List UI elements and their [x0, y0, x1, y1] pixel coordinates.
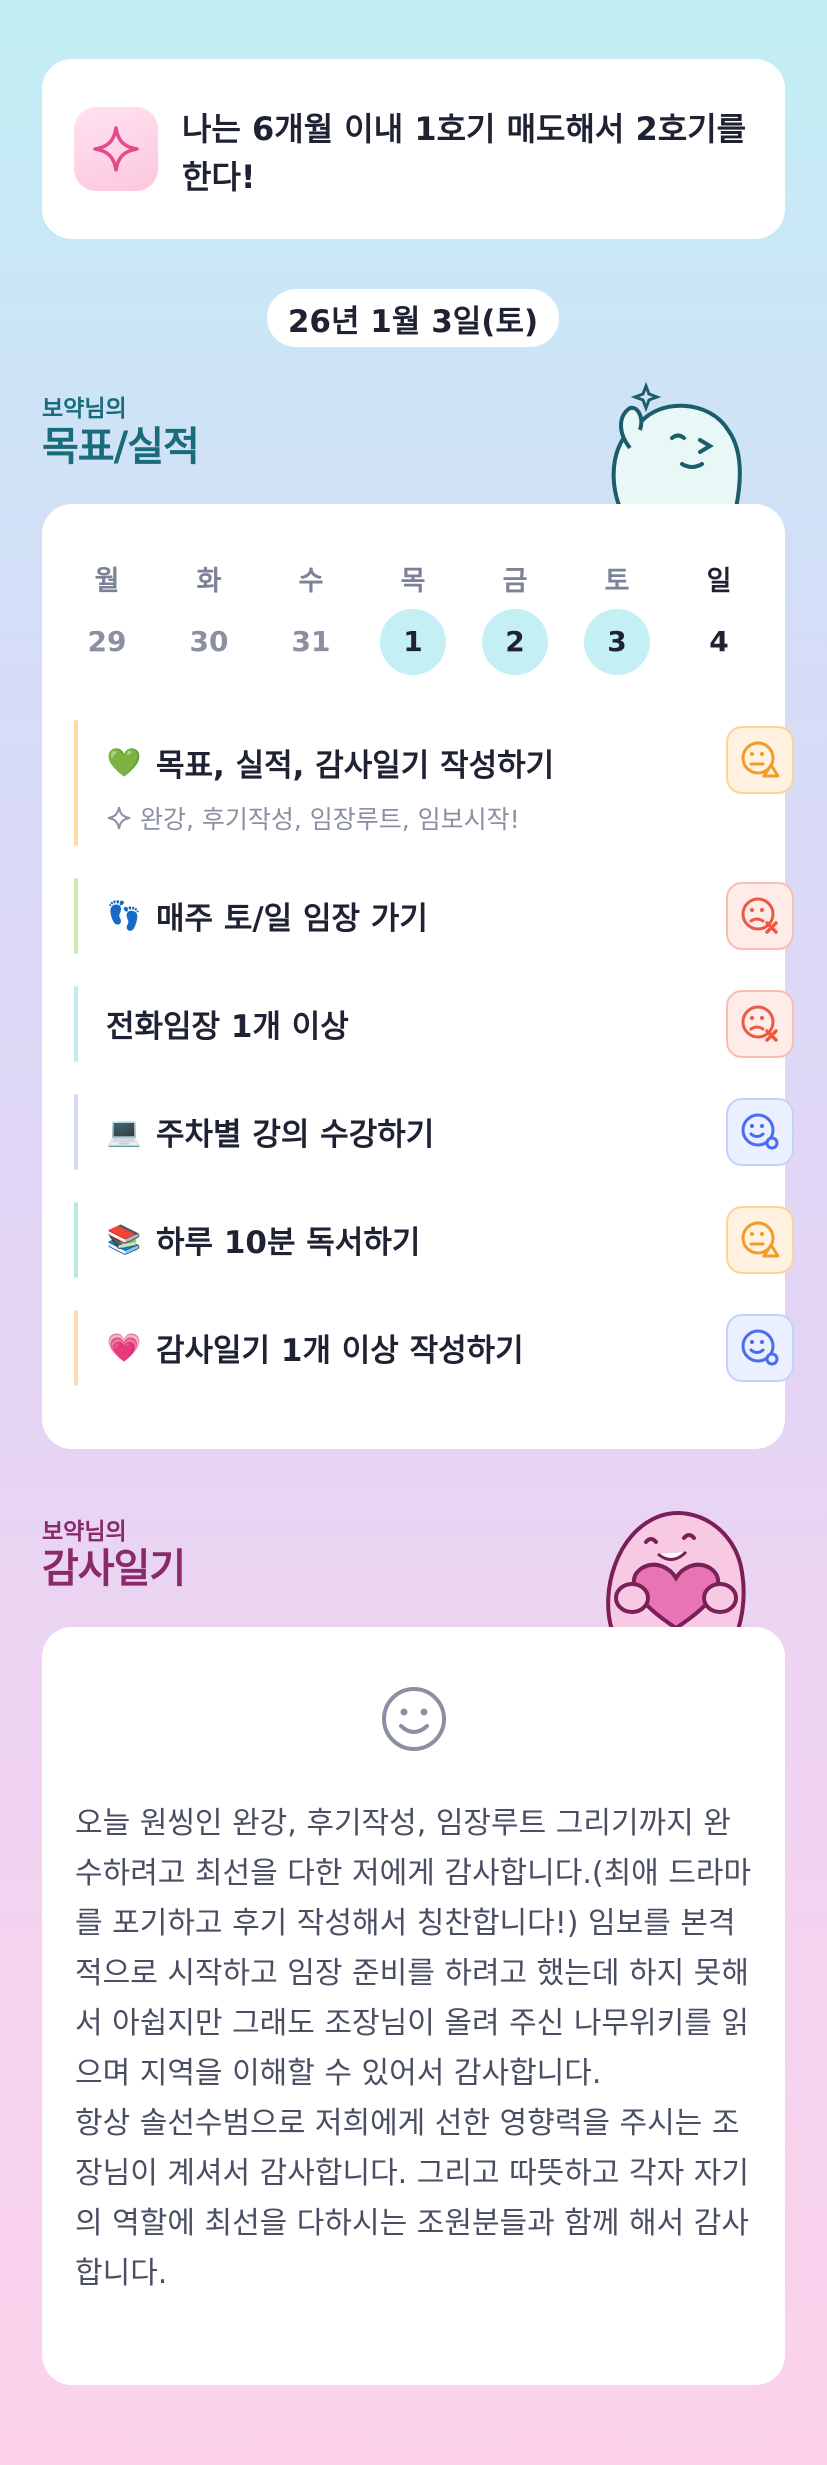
laptop-icon: 💻 [106, 1115, 142, 1148]
date-1[interactable]: 1 [380, 609, 446, 675]
date-3[interactable]: 3 [584, 609, 650, 675]
sparkle-icon [107, 806, 131, 830]
task-label: 목표, 실적, 감사일기 작성하기 [156, 748, 555, 784]
weekday-tue: 화 [196, 566, 222, 597]
date-29[interactable]: 29 [74, 609, 140, 675]
weekday-sat: 토 [604, 566, 630, 597]
task-item[interactable]: 💗 감사일기 1개 이상 작성하기 [74, 1310, 794, 1386]
weekday-fri: 금 [502, 566, 528, 597]
date-4[interactable]: 4 [686, 609, 752, 675]
perf-section-title: 목표/실적 [42, 424, 200, 470]
task-bar [74, 1310, 78, 1386]
status-triangle-icon[interactable] [726, 726, 794, 794]
green-heart-icon: 💚 [106, 746, 142, 779]
status-x-icon[interactable] [726, 990, 794, 1058]
weekday-wed: 수 [298, 566, 324, 597]
task-bar [74, 720, 78, 846]
footprints-icon: 👣 [106, 899, 142, 932]
task-subtitle: 완강, 후기작성, 임장루트, 임보시작! [140, 805, 520, 834]
task-bar [74, 986, 78, 1062]
task-item[interactable]: 👣 매주 토/일 임장 가기 [74, 878, 794, 954]
gratitude-section-title: 감사일기 [42, 1546, 186, 1592]
task-item[interactable]: 💚 목표, 실적, 감사일기 작성하기 완강, 후기작성, 임장루트, 임보시작… [74, 720, 794, 846]
weekday-sun: 일 [706, 566, 732, 597]
ghost-mascot-icon [611, 381, 742, 508]
gratitude-text: 오늘 원씽인 완강, 후기작성, 임장루트 그리기까지 완수하려고 최선을 다한… [75, 1806, 752, 2291]
goals-performance-card: 월 화 수 목 금 토 일 29 30 31 1 2 3 4 💚 목표, 실적,… [42, 504, 794, 1449]
pink-heart-icon: 💗 [106, 1331, 142, 1364]
task-label: 전화임장 1개 이상 [106, 1009, 349, 1045]
task-bar [74, 1094, 78, 1170]
status-triangle-icon[interactable] [726, 1206, 794, 1274]
task-label: 주차별 강의 수강하기 [156, 1117, 435, 1153]
weekday-mon: 월 [94, 566, 120, 597]
heart-mascot-icon [606, 1511, 746, 1630]
weekday-thu: 목 [400, 566, 426, 597]
task-label: 하루 10분 독서하기 [156, 1225, 421, 1261]
status-o-icon[interactable] [726, 1314, 794, 1382]
date-2[interactable]: 2 [482, 609, 548, 675]
status-o-icon[interactable] [726, 1098, 794, 1166]
task-label: 감사일기 1개 이상 작성하기 [156, 1333, 524, 1369]
task-item[interactable]: 💻 주차별 강의 수강하기 [74, 1094, 794, 1170]
goal-text: 나는 6개월 이내 1호기 매도해서 2호기를 한다! [182, 110, 747, 196]
task-bar [74, 878, 78, 954]
goal-card[interactable]: 나는 6개월 이내 1호기 매도해서 2호기를 한다! [42, 59, 785, 239]
date-31[interactable]: 31 [278, 609, 344, 675]
smile-face-icon [382, 1687, 446, 1751]
task-label: 매주 토/일 임장 가기 [156, 901, 428, 937]
date-label[interactable]: 26년 1월 3일(토) [267, 289, 559, 347]
status-x-icon[interactable] [726, 882, 794, 950]
date-30[interactable]: 30 [176, 609, 242, 675]
task-bar [74, 1202, 78, 1278]
gratitude-card: 오늘 원씽인 완강, 후기작성, 임장루트 그리기까지 완수하려고 최선을 다한… [42, 1627, 785, 2385]
sparkle-icon [74, 107, 158, 191]
books-icon: 📚 [106, 1223, 142, 1256]
task-item[interactable]: 📚 하루 10분 독서하기 [74, 1202, 794, 1278]
task-item[interactable]: 전화임장 1개 이상 [74, 986, 794, 1062]
